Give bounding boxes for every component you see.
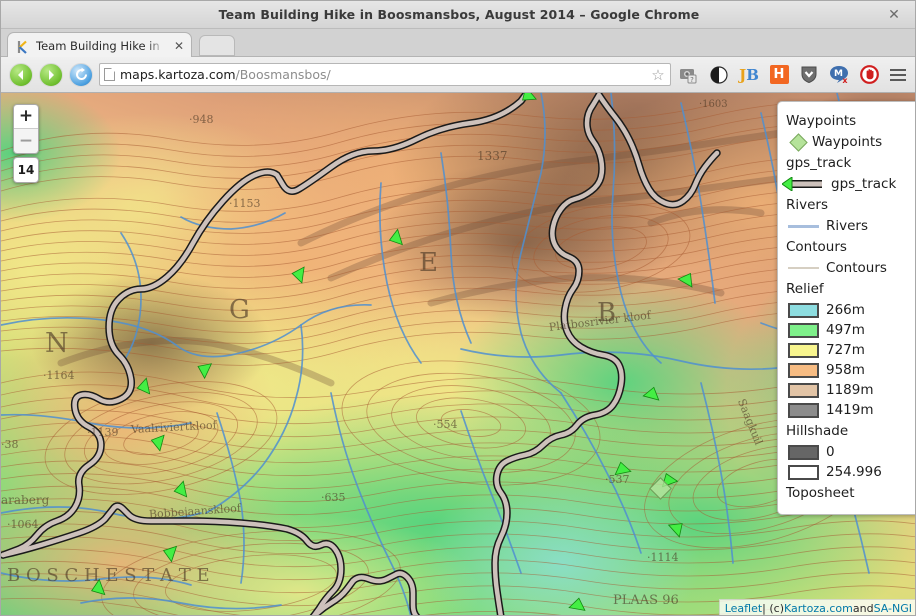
legend-color-swatch — [788, 322, 819, 338]
gps-track-icon — [782, 177, 824, 191]
legend-item-label: 266m — [826, 302, 865, 318]
legend-group-title: Waypoints — [786, 113, 857, 129]
legend-item[interactable]: gps_track — [778, 174, 915, 194]
legend-item-label: 727m — [826, 342, 865, 358]
contour-line-icon — [788, 267, 819, 269]
svg-text:x: x — [842, 76, 848, 84]
legend-item[interactable]: 254.996 — [778, 462, 915, 482]
attribution-sep: | (c) — [762, 602, 785, 615]
bookmark-star-icon[interactable]: ☆ — [650, 67, 666, 83]
menu-line — [890, 78, 906, 81]
browser-toolbar: maps.kartoza.com/Boosmansbos/ ☆ ? JB H M… — [1, 57, 915, 93]
legend-item[interactable]: Contours — [778, 258, 915, 278]
legend-color-swatch — [788, 464, 819, 480]
legend-group-title: Relief — [786, 281, 824, 297]
legend-item[interactable]: 1189m — [778, 380, 915, 400]
legend-item-label: 497m — [826, 322, 865, 338]
map-viewport[interactable]: ·948·1153·11641337·1603NGEBEPlatbosrivie… — [1, 93, 915, 615]
attribution-kartoza-link[interactable]: Kartoza.com — [784, 602, 853, 615]
zoom-control[interactable]: + − — [13, 104, 39, 154]
legend-color-swatch — [788, 382, 819, 398]
legend-item[interactable]: 266m — [778, 300, 915, 320]
h-extension-label: H — [769, 65, 789, 84]
legend-group-title: gps_track — [786, 155, 852, 171]
zoom-in-button[interactable]: + — [14, 105, 38, 129]
legend-item-label: Rivers — [826, 218, 869, 234]
legend-color-swatch — [788, 302, 819, 318]
zoom-level-indicator: 14 — [13, 157, 39, 183]
legend-color-swatch — [788, 402, 819, 418]
reload-button[interactable] — [69, 62, 93, 87]
legend-item[interactable]: 0 — [778, 442, 915, 462]
page-info-icon[interactable] — [104, 68, 115, 81]
legend-color-swatch — [788, 362, 819, 378]
legend-item[interactable]: 1419m — [778, 400, 915, 420]
legend-item-label: Contours — [826, 260, 887, 276]
tab-close-icon[interactable]: ✕ — [171, 40, 187, 52]
legend-group-title: Contours — [786, 239, 847, 255]
contrast-extension-icon[interactable] — [707, 63, 731, 87]
legend-item-label: 958m — [826, 362, 865, 378]
river-line-icon — [788, 224, 819, 228]
h-extension-icon[interactable]: H — [767, 63, 791, 87]
legend-group-title: Toposheet — [786, 485, 855, 501]
window-close-button[interactable]: ✕ — [877, 4, 911, 26]
kartoza-k-icon — [16, 39, 30, 54]
address-bar[interactable]: maps.kartoza.com/Boosmansbos/ ☆ — [99, 63, 671, 86]
svg-text:?: ? — [690, 76, 694, 84]
back-button[interactable] — [9, 62, 33, 87]
shield-extension-icon[interactable] — [797, 63, 821, 87]
browser-tab-active[interactable]: Team Building Hike in ✕ — [7, 32, 192, 58]
mailcheck-extension-icon[interactable]: M x — [827, 63, 851, 87]
browser-window: Team Building Hike in Boosmansbos, Augus… — [0, 0, 916, 616]
legend-item-label: 1419m — [826, 402, 874, 418]
legend-item-label: 254.996 — [826, 464, 882, 480]
legend-item[interactable]: Waypoints — [778, 132, 915, 152]
url-path: /Boosmansbos/ — [235, 67, 331, 82]
legend-item[interactable]: Rivers — [778, 216, 915, 236]
map-legend[interactable]: Waypoints Waypoints gps_track gps_track Rive… — [777, 101, 915, 515]
forward-button[interactable] — [39, 62, 63, 87]
legend-group-title: Rivers — [786, 197, 829, 213]
attribution-and: and — [852, 602, 874, 615]
window-title: Team Building Hike in Boosmansbos, Augus… — [218, 7, 700, 22]
attribution-sangi-link[interactable]: SA-NGI — [874, 602, 912, 615]
url-host: maps.kartoza.com — [120, 67, 236, 82]
menu-line — [890, 73, 906, 76]
legend-item-label: gps_track — [831, 176, 897, 192]
legend-item-label: 0 — [826, 444, 835, 460]
screenshot-extension-icon[interactable]: ? — [677, 63, 701, 87]
tab-strip: Team Building Hike in ✕ — [1, 29, 915, 58]
jsonview-j-letter: J — [739, 65, 747, 84]
legend-item[interactable]: 958m — [778, 360, 915, 380]
attribution-leaflet-link[interactable]: Leaflet — [725, 602, 762, 615]
legend-color-swatch — [788, 342, 819, 358]
zoom-out-button[interactable]: − — [14, 129, 38, 153]
adblock-extension-icon[interactable] — [857, 63, 881, 87]
jsonview-b-letter: B — [746, 65, 759, 84]
legend-item[interactable]: 727m — [778, 340, 915, 360]
url-text: maps.kartoza.com/Boosmansbos/ — [120, 67, 331, 82]
legend-item-label: Waypoints — [812, 134, 883, 150]
map-attribution: Leaflet | (c) Kartoza.com and SA-NGI — [718, 599, 915, 615]
legend-item-label: 1189m — [826, 382, 874, 398]
window-titlebar: Team Building Hike in Boosmansbos, Augus… — [1, 1, 915, 29]
jsonview-extension-icon[interactable]: JB — [737, 63, 761, 87]
menu-line — [890, 68, 906, 71]
tab-title: Team Building Hike in — [36, 38, 160, 53]
legend-color-swatch — [788, 444, 819, 460]
legend-group-title: Hillshade — [786, 423, 849, 439]
chrome-menu-button[interactable] — [887, 64, 909, 86]
new-tab-button[interactable] — [199, 35, 235, 56]
waypoint-diamond-icon — [789, 132, 808, 152]
legend-item[interactable]: 497m — [778, 320, 915, 340]
